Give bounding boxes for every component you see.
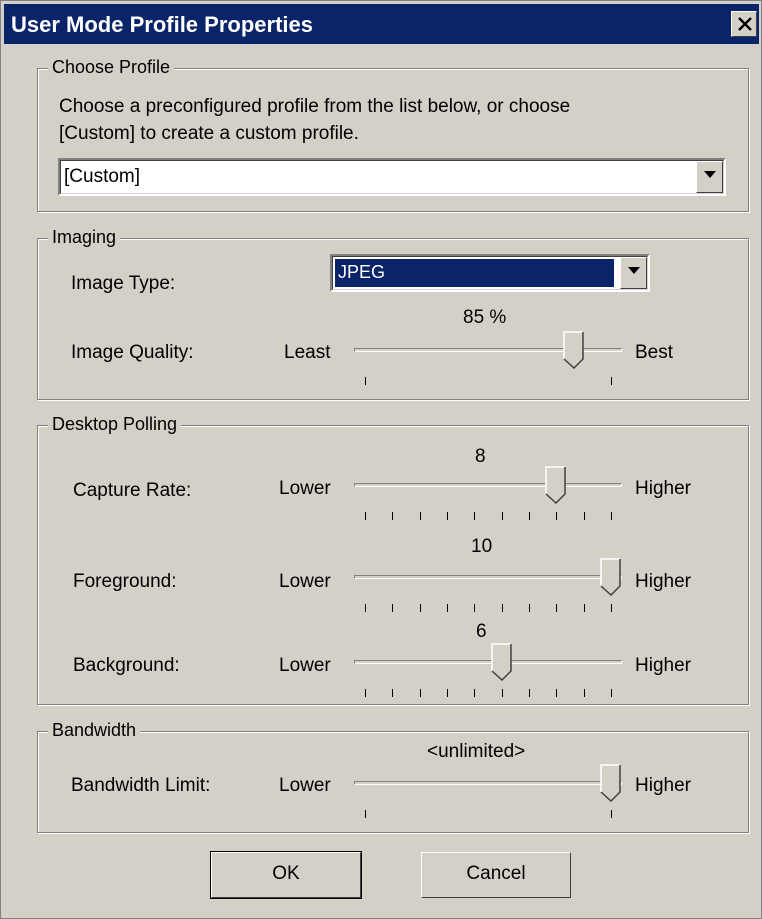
chevron-down-icon	[628, 267, 640, 274]
close-icon	[738, 17, 752, 31]
slider-tick	[529, 689, 530, 697]
profile-dropdown-button[interactable]	[696, 161, 723, 193]
profile-description-line2: [Custom] to create a custom profile.	[59, 123, 359, 144]
slider-thumb[interactable]	[600, 558, 622, 596]
slider-tick	[611, 689, 612, 697]
slider-tick	[392, 604, 393, 612]
slider-tick	[556, 604, 557, 612]
slider-tick	[392, 689, 393, 697]
background-label: Background:	[73, 655, 180, 676]
slider-tick	[556, 689, 557, 697]
slider-track	[354, 575, 622, 579]
slider-tick	[365, 810, 366, 818]
slider-tick	[611, 512, 612, 520]
slider-thumb[interactable]	[600, 764, 622, 802]
image-type-dropdown-button[interactable]	[620, 257, 647, 289]
slider-thumb[interactable]	[491, 643, 513, 681]
bandwidth-slider[interactable]	[354, 764, 622, 824]
background-slider[interactable]	[354, 643, 622, 703]
slider-tick	[611, 810, 612, 818]
slider-tick	[447, 689, 448, 697]
background-min-label: Lower	[279, 655, 331, 676]
slider-tick	[365, 689, 366, 697]
foreground-slider[interactable]	[354, 558, 622, 618]
slider-tick	[474, 604, 475, 612]
slider-track	[354, 781, 622, 785]
close-button[interactable]	[731, 11, 757, 37]
slider-track	[354, 483, 622, 487]
image-quality-label: Image Quality:	[71, 342, 194, 363]
slider-tick	[474, 512, 475, 520]
foreground-min-label: Lower	[279, 571, 331, 592]
bandwidth-group-label: Bandwidth	[48, 720, 141, 741]
background-value: 6	[476, 621, 487, 642]
profile-select-value: [Custom]	[64, 166, 141, 187]
slider-tick	[474, 689, 475, 697]
slider-tick	[420, 604, 421, 612]
slider-tick	[556, 512, 557, 520]
slider-tick	[502, 604, 503, 612]
ok-button[interactable]: OK	[210, 851, 362, 899]
bandwidth-min-label: Lower	[279, 775, 331, 796]
slider-thumb[interactable]	[545, 466, 567, 504]
title-bar[interactable]: User Mode Profile Properties	[4, 4, 759, 44]
capture-rate-min-label: Lower	[279, 478, 331, 499]
profile-description-line1: Choose a preconfigured profile from the …	[59, 96, 571, 117]
foreground-label: Foreground:	[73, 571, 177, 592]
slider-tick	[447, 604, 448, 612]
capture-rate-value: 8	[475, 446, 486, 467]
slider-tick	[420, 512, 421, 520]
capture-rate-label: Capture Rate:	[73, 480, 192, 501]
slider-tick	[584, 604, 585, 612]
slider-tick	[529, 604, 530, 612]
foreground-max-label: Higher	[635, 571, 691, 592]
slider-track	[354, 660, 622, 664]
choose-profile-group-label: Choose Profile	[48, 57, 175, 78]
image-quality-slider[interactable]	[354, 331, 622, 391]
slider-thumb[interactable]	[563, 331, 585, 369]
bandwidth-value: <unlimited>	[427, 741, 526, 762]
chevron-down-icon	[704, 171, 716, 178]
slider-tick	[611, 377, 612, 385]
foreground-value: 10	[471, 536, 493, 557]
capture-rate-slider[interactable]	[354, 466, 622, 526]
capture-rate-max-label: Higher	[635, 478, 691, 499]
profile-select[interactable]: [Custom]	[58, 158, 726, 196]
slider-tick	[365, 604, 366, 612]
slider-tick	[584, 512, 585, 520]
bandwidth-limit-label: Bandwidth Limit:	[71, 775, 211, 796]
slider-tick	[611, 604, 612, 612]
background-max-label: Higher	[635, 655, 691, 676]
image-type-select[interactable]: JPEG	[330, 254, 650, 292]
imaging-group-label: Imaging	[48, 227, 121, 248]
properties-dialog: User Mode Profile Properties Choose Prof…	[0, 0, 762, 919]
slider-tick	[365, 512, 366, 520]
slider-tick	[447, 512, 448, 520]
image-type-value: JPEG	[335, 259, 614, 287]
window-title: User Mode Profile Properties	[11, 12, 313, 37]
slider-tick	[529, 512, 530, 520]
slider-tick	[502, 512, 503, 520]
slider-tick	[584, 689, 585, 697]
desktop-polling-group-label: Desktop Polling	[48, 414, 182, 435]
image-quality-value: 85 %	[463, 307, 507, 328]
slider-tick	[392, 512, 393, 520]
slider-tick	[502, 689, 503, 697]
slider-tick	[420, 689, 421, 697]
cancel-button[interactable]: Cancel	[421, 852, 571, 898]
image-quality-min-label: Least	[284, 342, 331, 363]
slider-tick	[365, 377, 366, 385]
image-type-label: Image Type:	[71, 273, 176, 294]
image-quality-max-label: Best	[635, 342, 674, 363]
bandwidth-max-label: Higher	[635, 775, 691, 796]
